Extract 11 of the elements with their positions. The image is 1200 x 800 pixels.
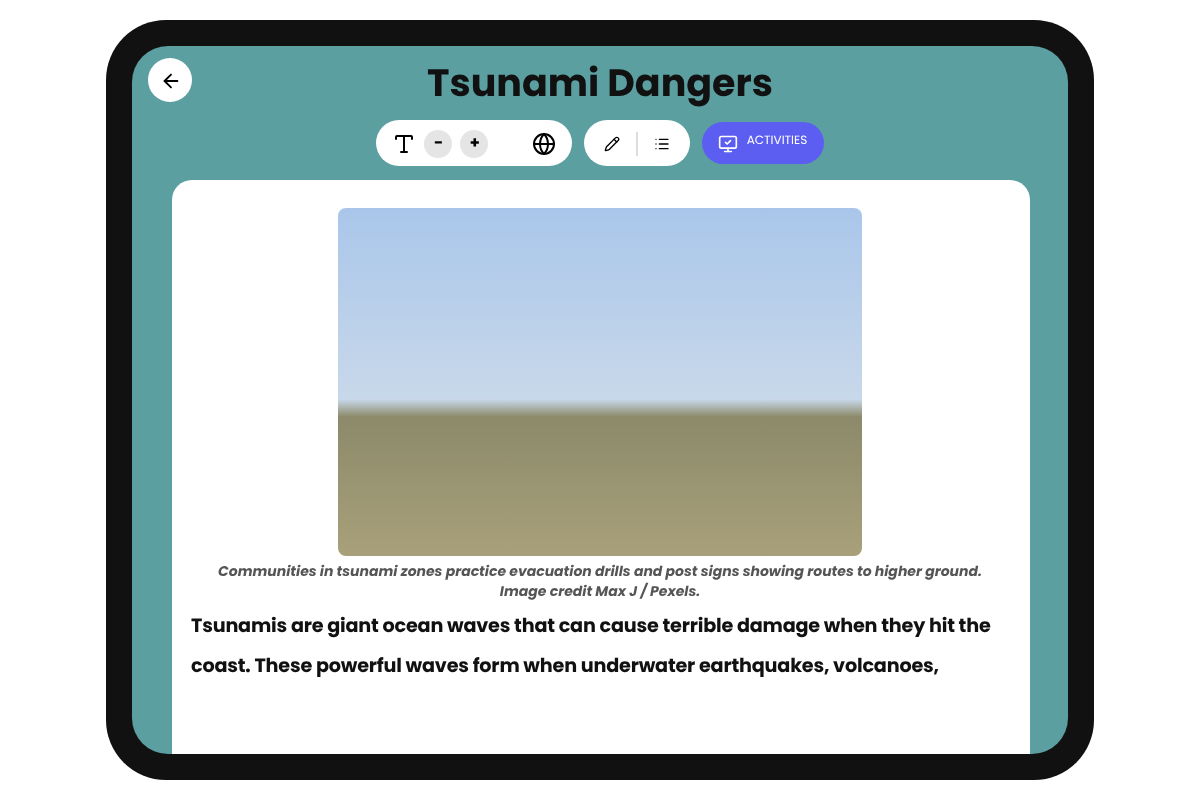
list-icon[interactable] [654, 135, 671, 151]
language-icon[interactable] [532, 131, 557, 155]
back-icon [159, 69, 181, 91]
article-paragraph: Tsunamis are giant ocean waves that can cause terrible damage when they hit the coast. These powerful waves form when underwater earthquakes, volcanoes, [191, 612, 993, 684]
monitor-check-icon [718, 133, 739, 153]
back-button[interactable] [148, 58, 192, 102]
increase-font-button[interactable]: + [460, 129, 489, 157]
pencil-icon[interactable] [604, 135, 621, 151]
decrease-font-button[interactable]: - [424, 129, 453, 157]
page-title: Tsunami Dangers [427, 58, 773, 110]
font-icon[interactable] [392, 131, 417, 155]
